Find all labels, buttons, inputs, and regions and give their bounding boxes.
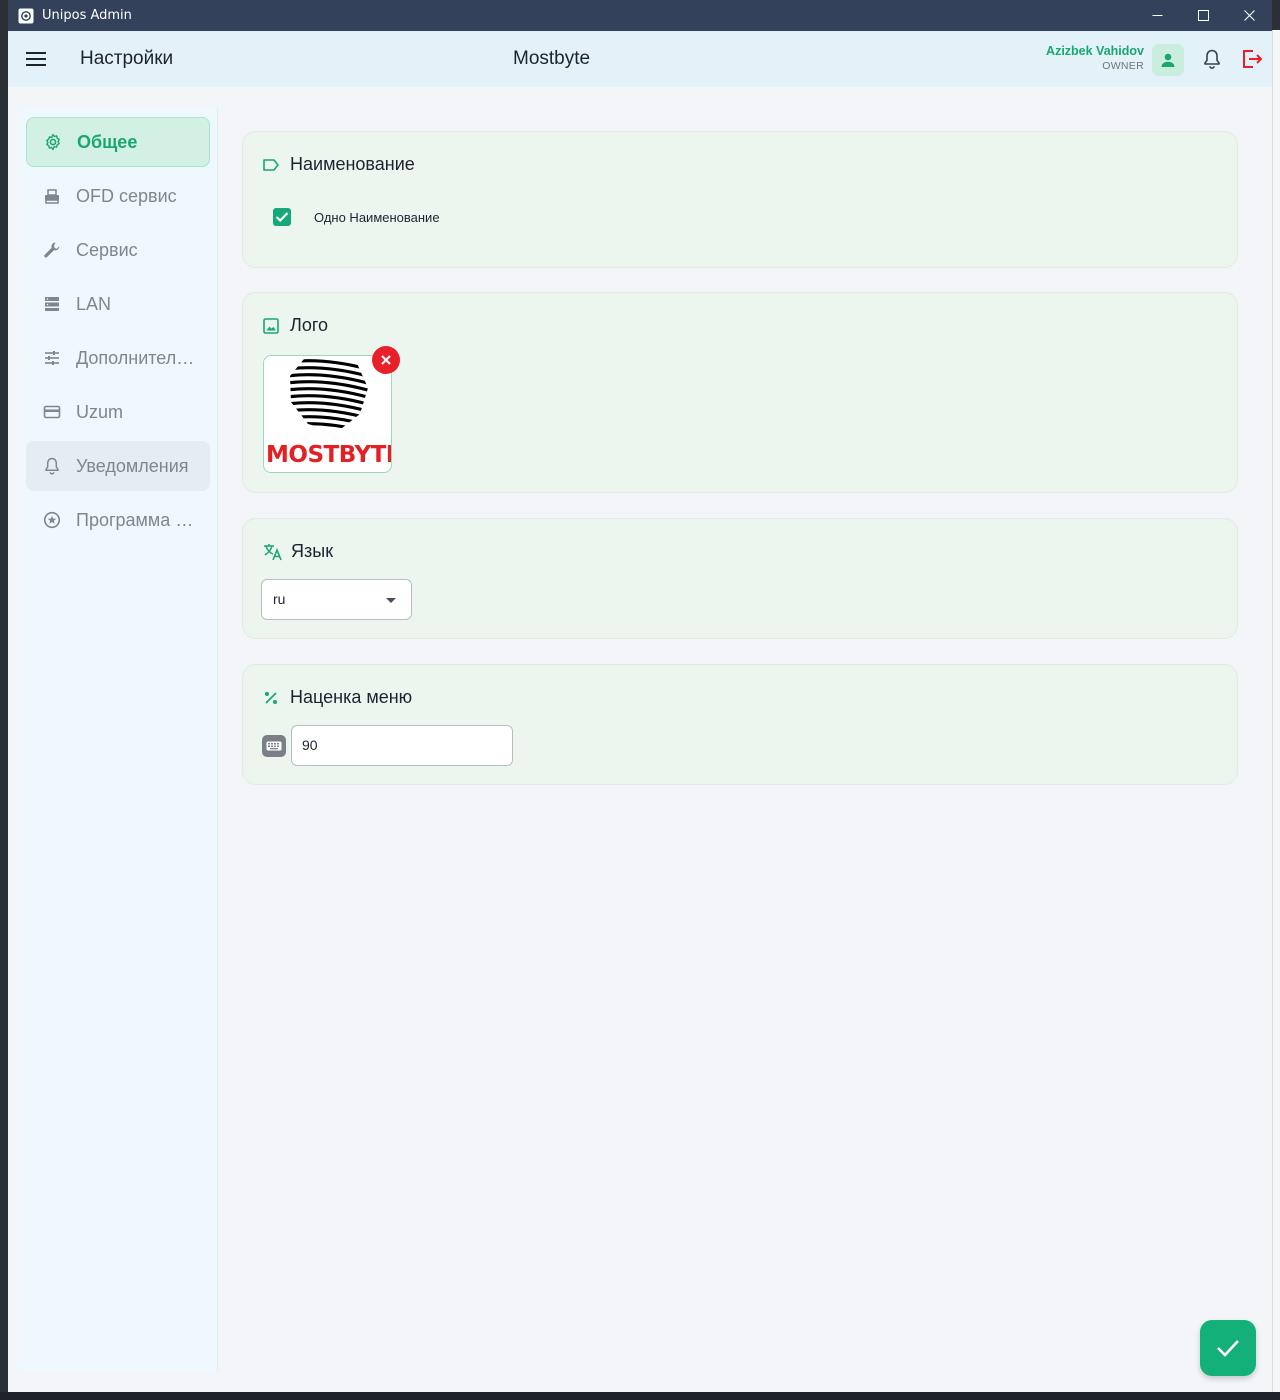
app-bar: Настройки Mostbyte Azizbek Vahidov OWNER bbox=[8, 31, 1272, 87]
sidebar-item-label: Дополнительно bbox=[76, 347, 198, 368]
sliders-icon bbox=[42, 348, 62, 368]
logo-card: Лого MOSTBYTE bbox=[242, 292, 1238, 493]
gear-icon bbox=[43, 132, 63, 152]
language-select-value: ru bbox=[273, 591, 286, 607]
logo-header: Лого bbox=[263, 315, 328, 336]
wrench-icon bbox=[42, 240, 62, 260]
single-name-label: Одно Наименование bbox=[314, 210, 440, 225]
close-window-button[interactable] bbox=[1226, 0, 1272, 31]
markup-value-input[interactable]: 90 bbox=[291, 725, 513, 766]
maximize-button[interactable] bbox=[1180, 0, 1226, 31]
user-info: Azizbek Vahidov OWNER bbox=[1046, 44, 1144, 74]
sidebar-item-label: OFD сервис bbox=[76, 185, 177, 206]
page-title: Настройки bbox=[80, 48, 174, 69]
window-title: Unipos Admin bbox=[42, 8, 132, 23]
sidebar-item-label: Uzum bbox=[76, 401, 124, 422]
background-window-edge bbox=[1272, 30, 1280, 1392]
sidebar-item-general[interactable]: Общее bbox=[26, 117, 210, 167]
language-card: Язык ru bbox=[242, 518, 1238, 639]
logo-wordmark: MOSTBYTE bbox=[266, 442, 392, 468]
window-titlebar: Unipos Admin bbox=[8, 0, 1272, 31]
naming-card: Наименование Одно Наименование bbox=[242, 131, 1238, 268]
keyboard-icon[interactable] bbox=[262, 735, 286, 757]
sidebar-item-uzum[interactable]: Uzum bbox=[26, 387, 210, 437]
language-header: Язык bbox=[263, 541, 333, 562]
sidebar-item-ofd[interactable]: OFD сервис bbox=[26, 171, 210, 221]
sidebar-item-lan[interactable]: LAN bbox=[26, 279, 210, 329]
server-icon bbox=[42, 294, 62, 314]
user-avatar-icon[interactable] bbox=[1152, 44, 1184, 76]
language-select[interactable]: ru bbox=[261, 579, 412, 620]
bell-icon bbox=[42, 456, 62, 476]
remove-logo-button[interactable] bbox=[372, 346, 400, 374]
hamburger-menu-icon[interactable] bbox=[24, 47, 48, 71]
label-tag-icon bbox=[263, 157, 279, 173]
markup-header: Наценка меню bbox=[263, 687, 412, 708]
markup-title: Наценка меню bbox=[290, 687, 413, 707]
naming-header: Наименование bbox=[263, 154, 415, 175]
minimize-button[interactable] bbox=[1134, 0, 1180, 31]
taskbar-strip bbox=[0, 1392, 1280, 1400]
user-role: OWNER bbox=[1102, 60, 1144, 72]
settings-sidebar: Общее OFD сервис Сервис LAN Дополнительн… bbox=[18, 107, 218, 1372]
printer-icon bbox=[42, 186, 62, 206]
notifications-bell-icon[interactable] bbox=[1201, 48, 1223, 70]
sidebar-item-label: LAN bbox=[76, 293, 112, 314]
card-icon bbox=[42, 402, 62, 422]
sidebar-item-label: Общее bbox=[77, 131, 138, 152]
sidebar-item-label: Уведомления bbox=[76, 455, 189, 476]
logo-title: Лого bbox=[290, 315, 329, 335]
language-title: Язык bbox=[291, 541, 334, 561]
app-window: Настройки Mostbyte Azizbek Vahidov OWNER… bbox=[8, 31, 1272, 1392]
chevron-down-icon bbox=[386, 598, 396, 603]
company-name: Mostbyte bbox=[513, 48, 591, 69]
logout-icon[interactable] bbox=[1240, 48, 1264, 70]
company-logo-image[interactable]: MOSTBYTE bbox=[263, 355, 392, 473]
sidebar-item-loyalty[interactable]: Программа лояльности bbox=[26, 495, 210, 545]
app-logo-icon bbox=[18, 8, 34, 24]
naming-title: Наименование bbox=[290, 154, 415, 174]
sidebar-item-notifications[interactable]: Уведомления bbox=[26, 441, 210, 491]
save-button[interactable] bbox=[1200, 1320, 1256, 1376]
single-name-checkbox[interactable] bbox=[273, 208, 291, 226]
image-icon bbox=[263, 317, 279, 334]
star-icon bbox=[42, 510, 62, 530]
sidebar-item-service[interactable]: Сервис bbox=[26, 225, 210, 275]
sidebar-item-label: Программа лояльности bbox=[76, 509, 198, 530]
sidebar-item-label: Сервис bbox=[76, 239, 138, 260]
sidebar-item-additional[interactable]: Дополнительно bbox=[26, 333, 210, 383]
user-name: Azizbek Vahidov bbox=[1046, 44, 1144, 58]
markup-card: Наценка меню 90 bbox=[242, 664, 1238, 785]
percent-icon bbox=[263, 690, 279, 706]
translate-icon bbox=[263, 543, 283, 561]
